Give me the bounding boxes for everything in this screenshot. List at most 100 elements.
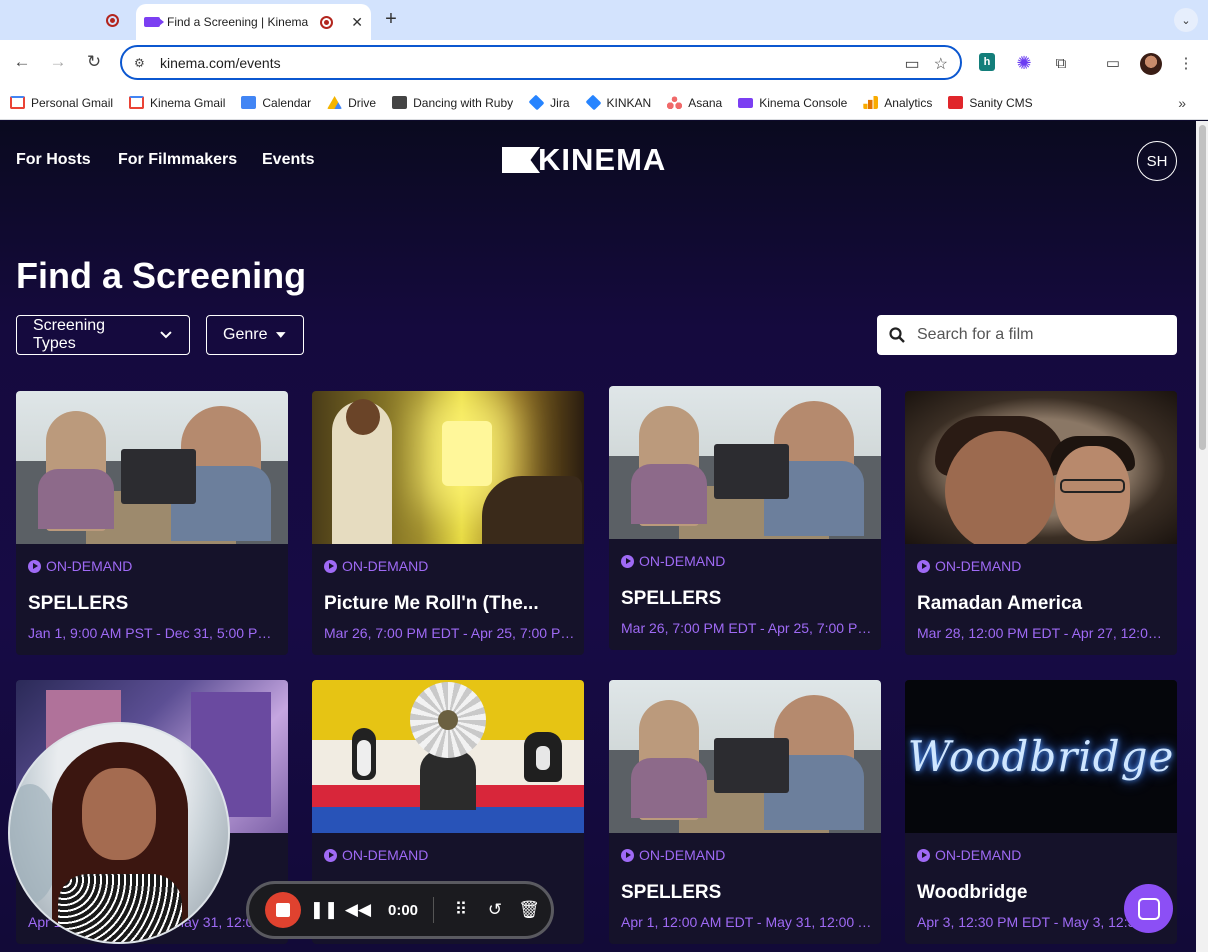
restart-icon[interactable]: ↺ [478, 900, 512, 920]
film-thumbnail [609, 680, 881, 833]
film-card[interactable]: ON-DEMAND SPELLERS Mar 26, 7:00 PM EDT -… [609, 386, 881, 650]
film-thumbnail [609, 386, 881, 539]
cube-icon [392, 96, 408, 109]
grid-dots-icon[interactable]: ⠿ [444, 900, 478, 920]
film-card[interactable]: ON-DEMAND SPELLERS Apr 1, 12:00 AM EDT -… [609, 680, 881, 944]
genre-label: Genre [223, 326, 268, 343]
screening-types-dropdown[interactable]: Screening Types [16, 315, 190, 355]
logo-mark [502, 147, 540, 173]
bookmark-item[interactable]: Calendar [241, 96, 311, 110]
logo-text: KINEMA [538, 142, 667, 177]
chevron-double-right-icon[interactable]: » [1178, 95, 1186, 111]
play-circle-icon [621, 554, 634, 568]
stop-recording-button[interactable] [265, 892, 301, 928]
recording-timer: 0:00 [387, 901, 419, 919]
bookmark-item[interactable]: Personal Gmail [10, 96, 113, 110]
screening-type: ON-DEMAND [917, 847, 1021, 863]
back-icon[interactable]: ← [11, 52, 33, 72]
jira-icon [585, 94, 601, 111]
bookmark-item[interactable]: Kinema Console [738, 96, 847, 110]
screening-types-label: Screening Types [33, 317, 106, 352]
asana-icon [667, 96, 683, 109]
cast-icon[interactable]: ▭ [1103, 53, 1123, 73]
browser-toolbar: ← → ↻ ⚙ kinema.com/events ▭ ☆ h ✺ ⧉ ▭ ⋮ [0, 40, 1208, 86]
page-scrollbar[interactable] [1196, 121, 1208, 952]
recording-icon [105, 13, 119, 27]
film-thumbnail [312, 680, 584, 833]
camera-icon[interactable]: ▭ [905, 54, 920, 74]
bookmark-item[interactable]: Sanity CMS [948, 96, 1033, 110]
bookmarks-bar: Personal Gmail Kinema Gmail Calendar Dri… [0, 86, 1208, 120]
bookmark-item[interactable]: KINKAN [585, 94, 651, 111]
screening-type: ON-DEMAND [917, 558, 1021, 574]
play-circle-icon [917, 848, 930, 862]
bookmark-item[interactable]: Asana [667, 96, 722, 110]
screening-type: ON-DEMAND [621, 847, 725, 863]
rewind-icon[interactable]: ◀◀ [341, 900, 375, 920]
search-box[interactable] [877, 315, 1177, 355]
play-circle-icon [917, 559, 930, 573]
nav-events[interactable]: Events [262, 151, 314, 169]
film-dates: Apr 1, 12:00 AM EDT - May 31, 12:00 AM E… [621, 914, 873, 930]
film-thumbnail [905, 391, 1177, 544]
more-menu-icon[interactable]: ⋮ [1176, 53, 1196, 73]
film-card[interactable]: ON-DEMAND Picture Me Roll'n (The... Mar … [312, 391, 584, 655]
divider [433, 897, 434, 923]
screening-type: ON-DEMAND [324, 558, 428, 574]
sanity-icon [948, 96, 964, 109]
film-title: Ramadan America [917, 593, 1083, 614]
extension-star-icon[interactable]: ✺ [1014, 53, 1034, 73]
webcam-bubble[interactable] [8, 722, 230, 944]
pause-icon[interactable]: ❚❚ [307, 900, 341, 920]
film-title: Picture Me Roll'n (The... [324, 593, 539, 614]
trash-icon[interactable]: 🗑 [512, 900, 546, 920]
profile-avatar-icon[interactable] [1140, 53, 1162, 75]
page-title: Find a Screening [16, 255, 307, 296]
play-circle-icon [28, 559, 41, 573]
extension-h-icon[interactable]: h [979, 53, 995, 71]
search-icon [889, 327, 905, 343]
site-settings-icon[interactable]: ⚙ [134, 56, 150, 70]
gmail-icon [10, 96, 25, 109]
extensions-puzzle-icon[interactable]: ⧉ [1051, 53, 1071, 73]
bookmark-item[interactable]: Drive [327, 96, 376, 110]
calendar-icon [241, 96, 257, 109]
screening-type: ON-DEMAND [28, 558, 132, 574]
film-dates: Mar 26, 7:00 PM EDT - Apr 25, 7:00 PM ED… [324, 625, 576, 641]
film-thumbnail [312, 391, 584, 544]
film-card[interactable]: ON-DEMAND SPELLERS Jan 1, 9:00 AM PST - … [16, 391, 288, 655]
new-tab-button[interactable]: + [380, 8, 402, 31]
nav-for-hosts[interactable]: For Hosts [16, 151, 91, 169]
chat-support-button[interactable] [1124, 884, 1173, 933]
bookmark-star-icon[interactable]: ☆ [934, 54, 948, 74]
search-input[interactable] [917, 326, 1157, 344]
drive-icon [327, 96, 343, 109]
tab-search-button[interactable]: ⌄ [1174, 8, 1198, 32]
bookmark-item[interactable]: Dancing with Ruby [392, 96, 513, 110]
recording-icon [320, 15, 333, 29]
nav-for-filmmakers[interactable]: For Filmmakers [118, 151, 237, 169]
scrollbar-thumb[interactable] [1199, 125, 1206, 450]
user-avatar[interactable]: SH [1137, 141, 1177, 181]
film-thumbnail [16, 391, 288, 544]
genre-dropdown[interactable]: Genre [206, 315, 304, 355]
kinema-logo[interactable]: KINEMA [502, 142, 690, 177]
address-bar[interactable]: ⚙ kinema.com/events ▭ ☆ [120, 45, 962, 80]
reload-icon[interactable]: ↻ [83, 52, 105, 72]
tab-title: Find a Screening | Kinema [167, 15, 309, 29]
tab-recording[interactable] [88, 6, 136, 34]
gmail-icon [129, 96, 145, 109]
tab-active[interactable]: Find a Screening | Kinema ✕ [136, 4, 371, 40]
forward-icon[interactable]: → [47, 52, 69, 72]
kinema-favicon-icon [144, 17, 164, 27]
film-title: SPELLERS [621, 882, 722, 903]
recording-toolbar: ❚❚ ◀◀ 0:00 ⠿ ↺ 🗑 [246, 881, 554, 939]
close-icon[interactable]: ✕ [351, 14, 363, 31]
tab-strip: Find a Screening | Kinema ✕ + ⌄ [0, 0, 1208, 40]
kinema-icon [738, 97, 754, 108]
bookmark-item[interactable]: Analytics [863, 96, 932, 110]
film-dates: Mar 26, 7:00 PM EDT - Apr 25, 7:00 PM ED… [621, 620, 873, 636]
bookmark-item[interactable]: Jira [528, 94, 570, 111]
bookmark-item[interactable]: Kinema Gmail [129, 96, 225, 110]
film-card[interactable]: ON-DEMAND Ramadan America Mar 28, 12:00 … [905, 391, 1177, 655]
